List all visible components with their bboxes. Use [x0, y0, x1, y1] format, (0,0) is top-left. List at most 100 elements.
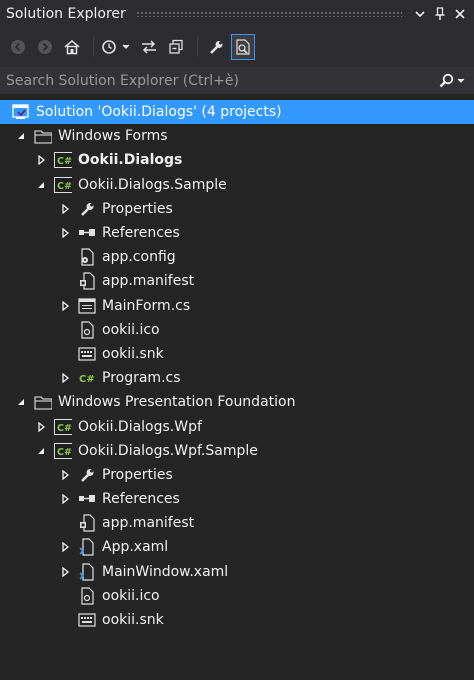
key-file-icon [78, 611, 96, 629]
wrench-icon [78, 200, 96, 218]
sync-with-active-document-button[interactable] [137, 34, 161, 60]
expanded-arrow-icon[interactable] [14, 395, 28, 409]
csharp-file-icon: C# [78, 369, 96, 387]
solution-explorer-toolbar [0, 28, 474, 66]
tree-item-label: app.config [102, 249, 176, 266]
search-bar [0, 66, 474, 94]
toolbar-separator [93, 37, 94, 57]
preview-selected-items-button[interactable] [231, 34, 255, 60]
back-icon [11, 40, 25, 54]
tree-item-solution[interactable]: Solution 'Ookii.Dialogs' (4 projects) [0, 100, 474, 125]
tree-item-references[interactable]: References [0, 487, 474, 511]
tree-item-file[interactable]: app.manifest [0, 511, 474, 535]
tree-item-project-ookii-dialogs-wpf-sample[interactable]: C# Ookii.Dialogs.Wpf.Sample [0, 439, 474, 463]
expanded-arrow-icon[interactable] [34, 444, 48, 458]
properties-button[interactable] [204, 34, 228, 60]
panel-title-bar: Solution Explorer [0, 0, 474, 28]
tree-item-label: References [102, 491, 180, 508]
tree-item-label: Program.cs [102, 370, 181, 387]
tree-item-file[interactable]: ookii.ico [0, 318, 474, 342]
form-file-icon [78, 297, 96, 315]
collapsed-arrow-icon[interactable] [34, 153, 48, 167]
expanded-arrow-icon[interactable] [14, 129, 28, 143]
home-icon [64, 39, 80, 55]
collapsed-arrow-icon[interactable] [58, 299, 72, 313]
svg-text:C#: C# [57, 156, 72, 167]
collapsed-arrow-icon[interactable] [58, 371, 72, 385]
collapsed-arrow-icon[interactable] [58, 468, 72, 482]
icon-file-icon [78, 321, 96, 339]
tree-item-label: MainWindow.xaml [102, 563, 229, 580]
tree-item-label: Windows Presentation Foundation [58, 394, 296, 411]
solution-tree: Solution 'Ookii.Dialogs' (4 projects) Wi… [0, 100, 474, 632]
tree-item-label: App.xaml [102, 539, 169, 556]
collapsed-arrow-icon[interactable] [58, 492, 72, 506]
tree-item-file[interactable]: C# Program.cs [0, 366, 474, 390]
tree-item-file[interactable]: ookii.ico [0, 584, 474, 608]
xaml-file-icon [78, 563, 96, 581]
tree-item-file[interactable]: ookii.snk [0, 342, 474, 366]
svg-text:C#: C# [57, 447, 72, 458]
csharp-project-icon: C# [54, 442, 72, 460]
manifest-file-icon [78, 514, 96, 532]
tree-item-file[interactable]: ookii.snk [0, 608, 474, 632]
pending-changes-filter-button[interactable] [100, 34, 134, 60]
references-icon [78, 490, 96, 508]
search-icon [439, 73, 465, 87]
window-position-dropdown-button[interactable] [410, 4, 430, 24]
tree-item-label: ookii.ico [102, 321, 160, 338]
collapsed-arrow-icon[interactable] [58, 202, 72, 216]
icon-file-icon [78, 587, 96, 605]
search-input[interactable] [0, 67, 426, 94]
tree-item-file[interactable]: app.config [0, 245, 474, 269]
tree-item-properties[interactable]: Properties [0, 197, 474, 221]
home-button[interactable] [60, 34, 84, 60]
csharp-project-icon: C# [54, 176, 72, 194]
tree-item-project-ookii-dialogs-sample[interactable]: C# Ookii.Dialogs.Sample [0, 173, 474, 197]
solution-folder-icon [34, 393, 52, 411]
pin-button[interactable] [430, 4, 450, 24]
tree-item-label: Ookii.Dialogs.Sample [78, 176, 227, 193]
tree-item-file[interactable]: App.xaml [0, 535, 474, 559]
collapsed-arrow-icon[interactable] [58, 565, 72, 579]
forward-icon [38, 40, 52, 54]
tree-item-file[interactable]: MainForm.cs [0, 294, 474, 318]
config-file-icon [78, 248, 96, 266]
collapsed-arrow-icon[interactable] [34, 420, 48, 434]
tree-item-label: Properties [102, 466, 173, 483]
tree-item-properties[interactable]: Properties [0, 463, 474, 487]
tree-item-file[interactable]: MainWindow.xaml [0, 560, 474, 584]
tree-item-label: ookii.ico [102, 587, 160, 604]
close-icon [455, 9, 465, 19]
collapse-all-button[interactable] [164, 34, 188, 60]
svg-text:C#: C# [57, 181, 72, 192]
tree-item-label: Ookii.Dialogs [78, 152, 183, 169]
panel-title: Solution Explorer [6, 6, 126, 22]
collapsed-arrow-icon[interactable] [58, 226, 72, 240]
tree-item-project-ookii-dialogs[interactable]: C# Ookii.Dialogs [0, 148, 474, 172]
expanded-arrow-icon[interactable] [34, 178, 48, 192]
solution-icon [12, 103, 30, 121]
tree-item-label: References [102, 225, 180, 242]
title-grip[interactable] [135, 11, 402, 17]
tree-item-label: app.manifest [102, 515, 195, 532]
collapse-all-icon [169, 39, 183, 54]
key-file-icon [78, 345, 96, 363]
back-button[interactable] [6, 34, 30, 60]
tree-item-label: ookii.snk [102, 612, 164, 629]
close-button[interactable] [450, 4, 470, 24]
tree-item-folder-wpf[interactable]: Windows Presentation Foundation [0, 390, 474, 414]
references-icon [78, 224, 96, 242]
collapsed-arrow-icon[interactable] [58, 540, 72, 554]
csharp-project-icon: C# [54, 151, 72, 169]
sync-icon [142, 40, 156, 54]
tree-item-references[interactable]: References [0, 221, 474, 245]
tree-item-project-ookii-dialogs-wpf[interactable]: C# Ookii.Dialogs.Wpf [0, 414, 474, 438]
tree-item-label: Ookii.Dialogs.Wpf [78, 418, 202, 435]
solution-folder-icon [34, 127, 52, 145]
tree-item-folder-windows-forms[interactable]: Windows Forms [0, 124, 474, 148]
forward-button[interactable] [33, 34, 57, 60]
tree-item-file[interactable]: app.manifest [0, 269, 474, 293]
search-options-button[interactable] [426, 73, 474, 89]
tree-item-label: Properties [102, 200, 173, 217]
